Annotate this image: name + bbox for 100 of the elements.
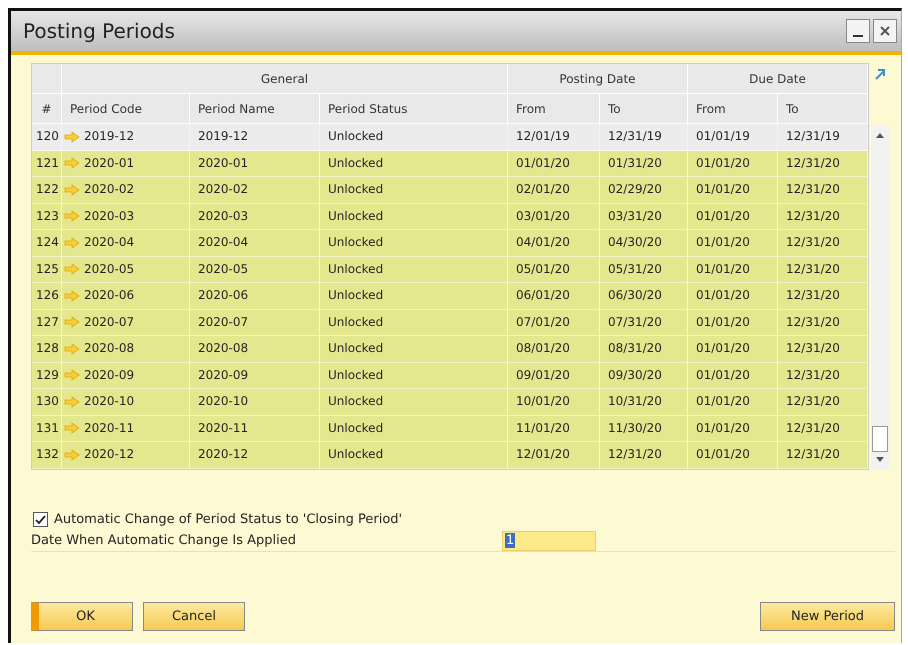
link-arrow-icon[interactable] [64,342,80,355]
table-row[interactable]: 131 2020-11 2020-11 Unlocked 11/01/20 11/30/20 01/01/20 12/31/20 [32,416,868,442]
table-cell-text: 05/31/20 [608,260,662,278]
input-field[interactable]: 1 [502,530,596,550]
link-arrow-icon[interactable] [64,184,80,196]
row-number: 128 [32,336,62,362]
checkbox[interactable] [33,512,48,526]
table-cell-text: 03/01/20 [516,208,570,225]
link-arrow-icon[interactable] [64,290,80,302]
link-arrow-icon[interactable] [64,316,80,328]
table-cell-text: 01/01/20 [696,420,750,437]
dialog-button[interactable]: Cancel [143,602,245,631]
table-cell-text: 07/31/20 [608,314,662,331]
table-cell-text: 2020-09 [198,366,248,384]
table-cell-text: 2020-07 [198,314,248,331]
close-button[interactable] [873,19,897,43]
table-cell-text: 06/30/20 [608,287,662,304]
link-arrow-icon[interactable] [64,396,80,408]
row-number: 126 [32,283,62,308]
table-cell-text: Unlocked [328,340,384,358]
table-cell-text: 2019-12 [84,128,134,146]
link-arrow-icon[interactable] [64,448,80,461]
table-cell-text: 04/30/20 [608,234,662,252]
table-cell-text: 2020-03 [198,208,248,225]
table-cell-text: Unlocked [328,154,384,172]
table-cell-text: 01/01/20 [696,234,750,252]
table-cell-text: 10/31/20 [608,393,662,410]
new-period-button[interactable]: New Period [760,602,895,631]
table-cell-text: Unlocked [328,260,384,278]
close-icon [878,24,892,38]
table-cell-text: 01/01/20 [696,340,750,358]
table-row[interactable]: 128 2020-08 2020-08 Unlocked 08/01/20 08/31/20 01/01/20 12/31/20 [32,336,868,362]
table-cell-text: Unlocked [328,446,384,464]
table-cell-text: Unlocked [328,287,384,304]
link-arrow-icon[interactable] [64,263,80,276]
table-cell-text: 01/01/20 [696,208,750,225]
table-cell-text: 2020-09 [84,366,134,384]
table-cell-text: Unlocked [328,314,384,331]
table-row[interactable]: 123 2020-03 2020-03 Unlocked 03/01/20 03/31/20 01/01/20 12/31/20 [32,204,868,230]
table-cell-text: 2020-12 [198,446,248,464]
table-row[interactable]: 125 2020-05 2020-05 Unlocked 05/01/20 05/31/20 01/01/20 12/31/20 [32,256,868,283]
table-row[interactable]: 122 2020-02 2020-02 Unlocked 02/01/20 02/29/20 01/01/20 12/31/20 [32,177,868,204]
table-cell-text: 01/01/20 [696,314,750,331]
table-cell-text: 12/31/20 [786,393,840,410]
table-cell-text: 12/31/20 [608,446,662,464]
table-row[interactable]: 130 2020-10 2020-10 Unlocked 10/01/20 10/31/20 01/01/20 12/31/20 [32,389,868,416]
table-cell-text: 12/01/19 [516,128,570,146]
scroll-up-icon[interactable] [875,131,885,139]
table-cell-text: 01/01/20 [696,393,750,410]
table-cell-text: 12/31/19 [608,128,662,146]
table-cell-text: 2020-08 [198,340,248,358]
table-cell-text: 2020-01 [84,154,134,172]
table-row[interactable]: 127 2020-07 2020-07 Unlocked 07/01/20 07/31/20 01/01/20 12/31/20 [32,310,868,336]
link-arrow-icon[interactable] [64,130,80,143]
table-cell-text: 11/01/20 [516,420,570,437]
row-number: 124 [32,230,62,256]
table-cell-text: 09/30/20 [608,366,662,384]
scroll-down-icon[interactable] [875,456,885,464]
table-cell-text: 01/01/20 [696,260,750,278]
table-cell-text: 01/01/20 [696,446,750,464]
table-cell-text: 2020-10 [198,393,248,410]
window-title: Posting Periods [23,19,175,43]
table-cell-text: Unlocked [328,128,384,146]
minimize-button[interactable] [846,19,870,43]
table-row[interactable]: 120 2019-12 2019-12 Unlocked 12/01/19 12/31/19 01/01/19 12/31/19 [32,124,868,150]
row-number: 129 [32,362,62,388]
table-cell-text: 2020-12 [84,446,134,464]
link-arrow-icon[interactable] [64,210,80,222]
link-arrow-icon[interactable] [64,236,80,249]
table-cell-text: 2020-11 [198,420,248,437]
table-cell-text: 12/31/20 [786,340,840,358]
table-cell-text: 08/01/20 [516,340,570,358]
table-cell-text: 09/01/20 [516,366,570,384]
table-cell-text: 10/01/20 [516,393,570,410]
table-row[interactable]: 124 2020-04 2020-04 Unlocked 04/01/20 04/30/20 01/01/20 12/31/20 [32,230,868,256]
table-row[interactable]: 129 2020-09 2020-09 Unlocked 09/01/20 09/30/20 01/01/20 12/31/20 [32,362,868,389]
row-number: 123 [32,204,62,229]
field-label: Date When Automatic Change Is Applied [31,533,297,548]
link-arrow-icon[interactable] [64,369,80,382]
table-cell-text: 01/01/20 [696,366,750,384]
table-cell-text: 2020-11 [84,420,134,437]
table-cell-text: 2020-05 [84,260,134,278]
table-row[interactable]: 132 2020-12 2020-12 Unlocked 12/01/20 12/31/20 01/01/20 12/31/20 [32,442,868,468]
link-arrow-icon[interactable] [64,157,80,170]
table-cell-text: 01/01/20 [516,154,570,172]
vertical-scrollbar[interactable] [871,125,889,470]
table-cell-text: Unlocked [328,393,384,410]
table-cell-text: 12/31/20 [786,366,840,384]
dialog-button[interactable]: OK [31,602,133,631]
table-cell-text: 2020-01 [198,154,248,172]
table-cell-text: 07/01/20 [516,314,570,331]
table-cell-text: 06/01/20 [516,287,570,304]
table-cell-text: 2020-06 [84,287,134,304]
table-cell-text: 02/29/20 [608,181,662,198]
scroll-thumb[interactable] [872,426,888,452]
table-row[interactable]: 121 2020-01 2020-01 Unlocked 01/01/20 01/31/20 01/01/20 12/31/20 [32,150,868,177]
link-arrow-icon[interactable] [64,422,80,434]
row-number: 131 [32,416,62,441]
expand-icon[interactable] [873,67,887,81]
table-row[interactable]: 126 2020-06 2020-06 Unlocked 06/01/20 06/30/20 01/01/20 12/31/20 [32,283,868,310]
